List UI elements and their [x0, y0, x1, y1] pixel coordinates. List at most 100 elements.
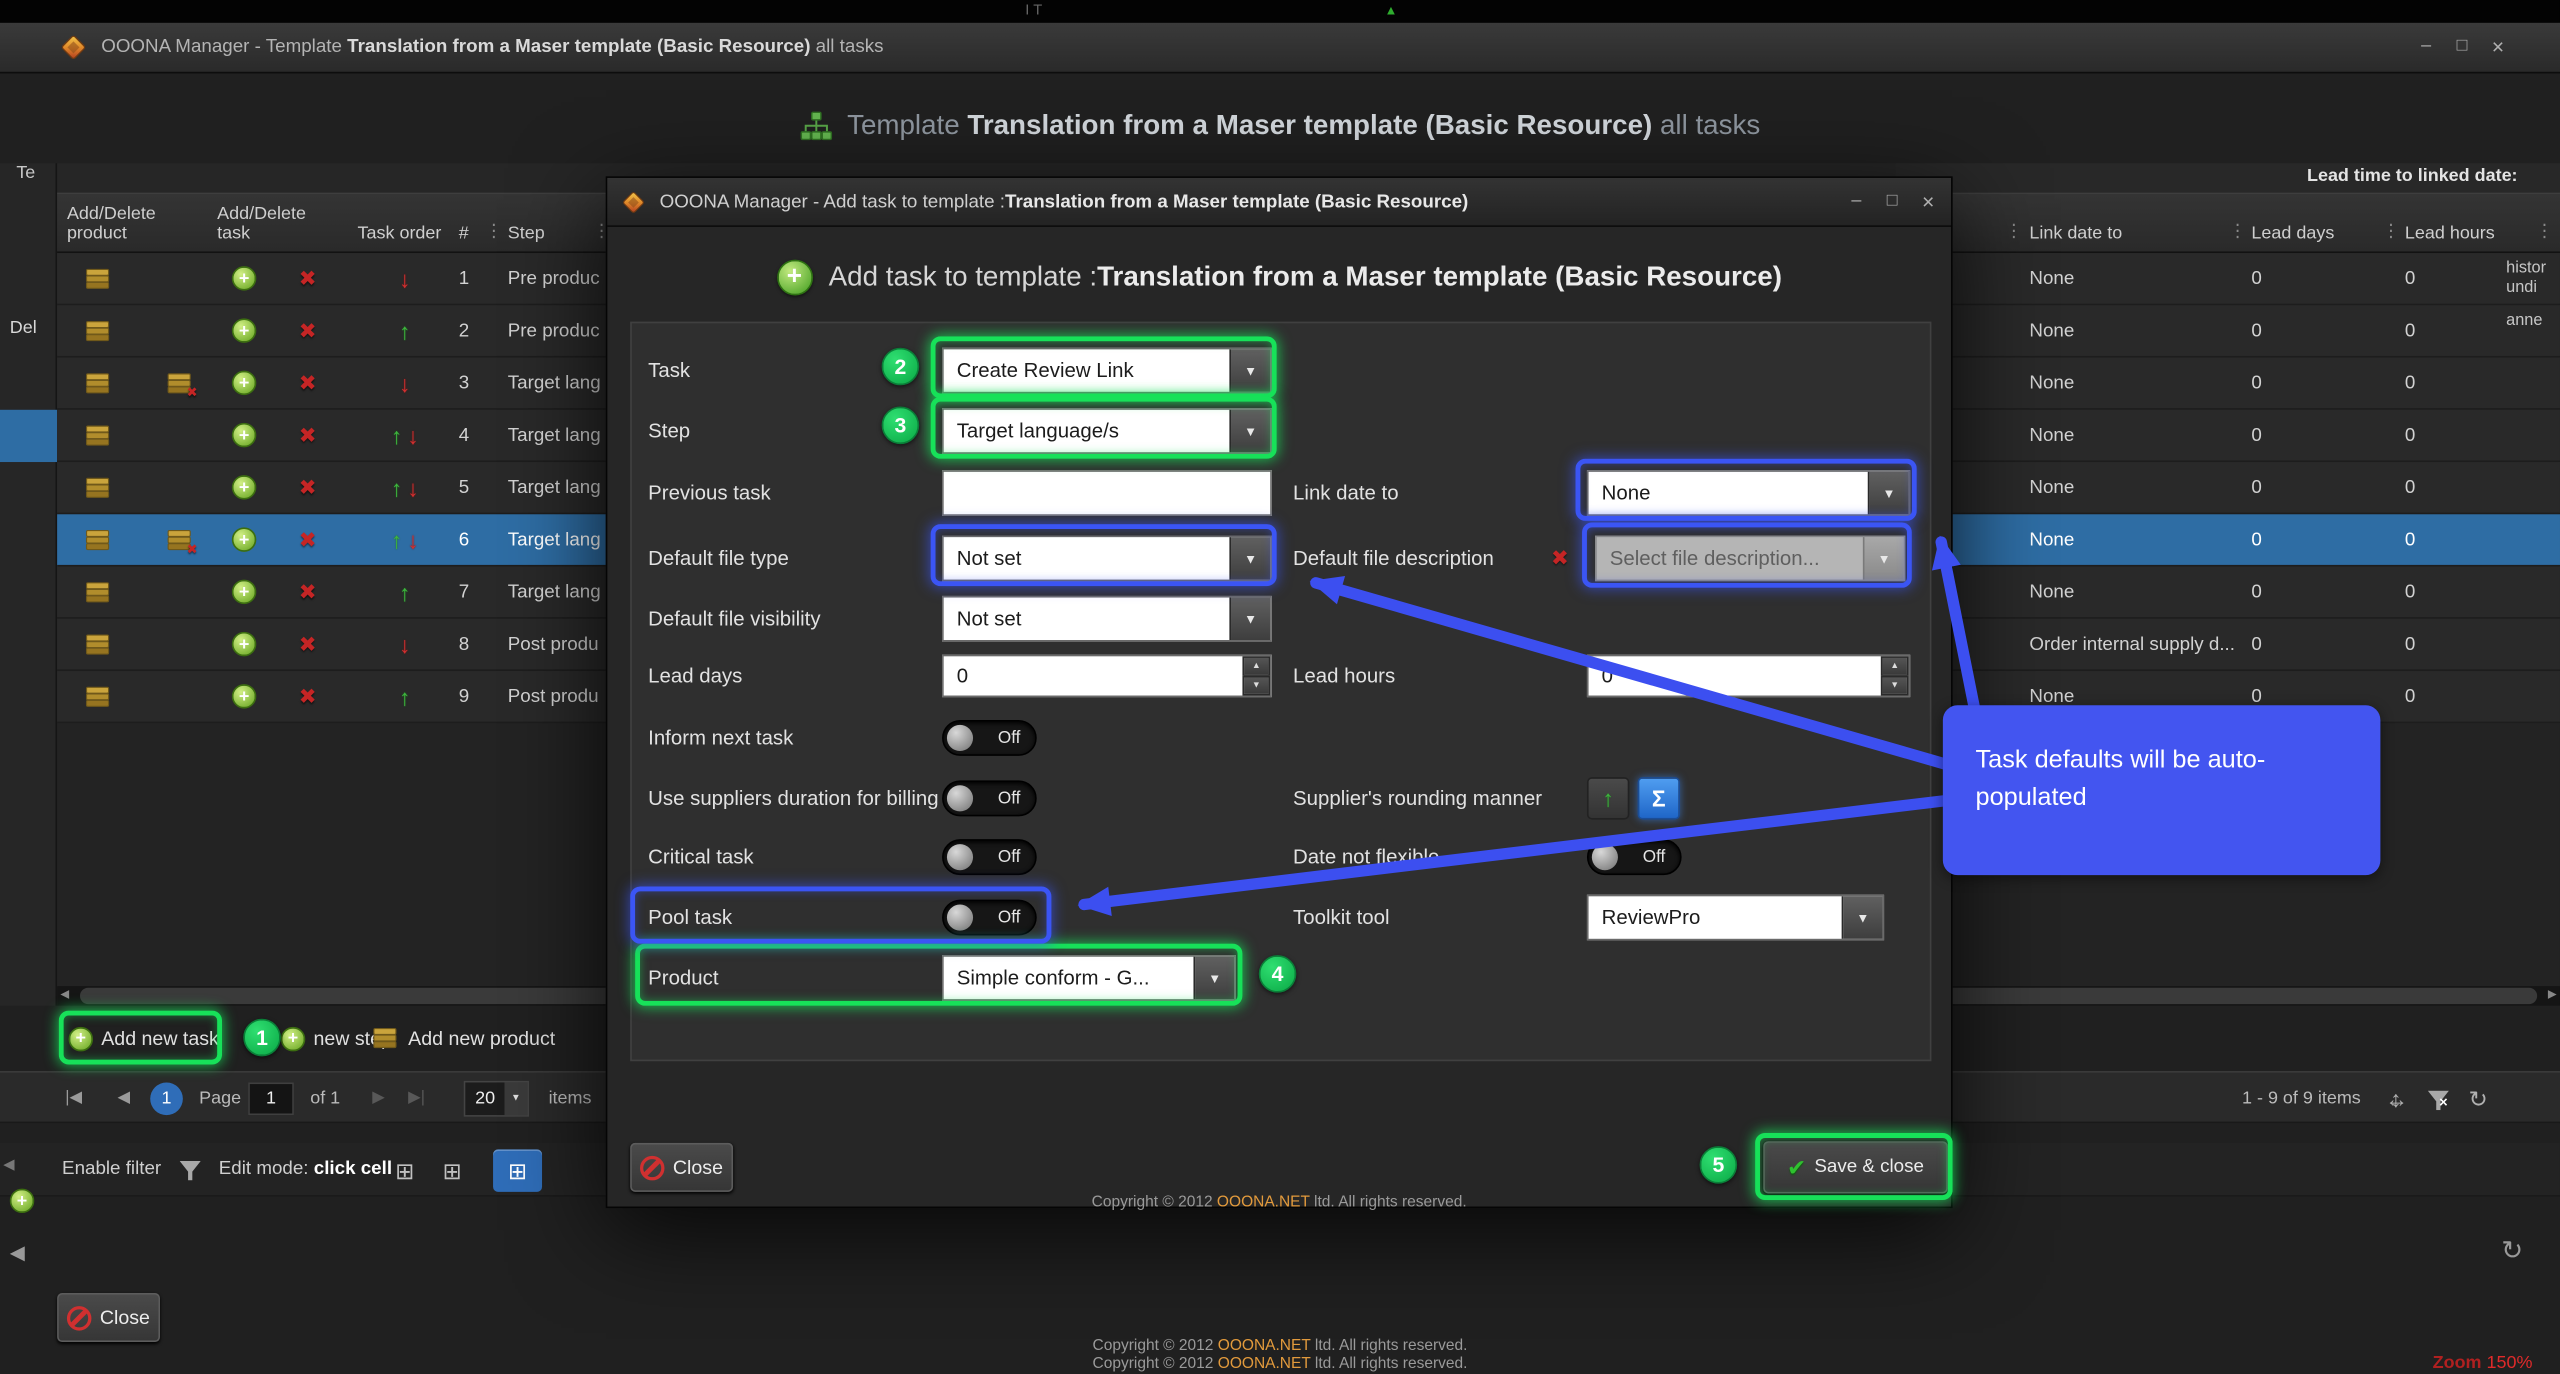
page-size-dropdown[interactable]: 20 ▼ — [464, 1081, 529, 1117]
column-menu-icon[interactable]: ⋮ — [485, 220, 503, 241]
move-down-icon[interactable]: ↓ — [399, 619, 410, 671]
edge-refresh-icon[interactable]: ↻ — [2501, 1234, 2523, 1267]
add-product-icon[interactable] — [85, 529, 111, 552]
order-cell[interactable]: ↑ ↓ — [358, 253, 453, 305]
task-dropdown[interactable]: Create Review Link ▼ — [942, 348, 1272, 394]
order-cell[interactable]: ↑ ↓ — [358, 514, 453, 566]
move-up-icon[interactable]: ↑ — [391, 514, 402, 566]
add-task-icon[interactable]: + — [232, 684, 256, 708]
move-down-icon[interactable]: ↓ — [407, 462, 418, 514]
step-cell[interactable]: Post produ — [508, 619, 619, 671]
dropdown-arrow-icon[interactable]: ▼ — [1229, 349, 1270, 391]
add-product-icon[interactable] — [85, 268, 111, 291]
scroll-left-icon[interactable]: ◀ — [60, 986, 69, 1006]
lead-hours-cell[interactable]: 0 — [2405, 410, 2500, 462]
link-date-to-cell[interactable]: None — [2029, 462, 2245, 514]
link-date-to-cell[interactable]: None — [2029, 410, 2245, 462]
order-cell[interactable]: ↑ ↓ — [358, 410, 453, 462]
default-file-visibility-dropdown[interactable]: Not set ▼ — [942, 596, 1272, 642]
move-down-icon[interactable]: ↓ — [407, 410, 418, 462]
delete-task-icon[interactable]: ✖ — [299, 462, 317, 514]
default-file-description-dropdown[interactable]: Select file description... ▼ — [1595, 536, 1905, 582]
column-header-lead-days[interactable]: Lead days — [2251, 224, 2365, 244]
step-cell[interactable]: Pre produc — [508, 305, 619, 357]
spinner-down-icon[interactable]: ▼ — [1242, 676, 1270, 696]
inform-next-task-toggle[interactable]: Off — [942, 720, 1037, 756]
frozen-selected-cell[interactable] — [0, 410, 57, 462]
order-cell[interactable]: ↑ ↓ — [358, 567, 453, 619]
add-task-icon[interactable]: + — [232, 632, 256, 656]
delete-product-icon[interactable]: ✖ — [167, 372, 193, 395]
move-down-icon[interactable]: ↓ — [399, 253, 410, 305]
move-up-icon[interactable]: ↑ — [391, 462, 402, 514]
lead-hours-cell[interactable]: 0 — [2405, 567, 2500, 619]
column-header-step[interactable]: Step — [508, 224, 590, 244]
step-cell[interactable]: Pre produc — [508, 253, 619, 305]
edge-add-icon[interactable]: + — [10, 1189, 34, 1213]
lead-hours-cell[interactable]: 0 — [2405, 305, 2500, 357]
add-product-icon[interactable] — [85, 372, 111, 395]
step-cell[interactable]: Post produ — [508, 671, 619, 723]
lead-days-cell[interactable]: 0 — [2251, 253, 2349, 305]
delete-task-icon[interactable]: ✖ — [299, 514, 317, 566]
filter-funnel-icon[interactable] — [180, 1161, 201, 1181]
use-suppliers-toggle[interactable]: Off — [942, 780, 1037, 816]
lead-days-cell[interactable]: 0 — [2251, 619, 2349, 671]
link-date-to-cell[interactable]: None — [2029, 567, 2245, 619]
step-dropdown[interactable]: Target language/s ▼ — [942, 408, 1272, 454]
lead-hours-cell[interactable]: 0 — [2405, 619, 2500, 671]
column-menu-icon[interactable]: ⋮ — [2005, 220, 2023, 241]
add-task-icon[interactable]: + — [232, 580, 256, 604]
rounding-up-button[interactable]: ↑ — [1587, 777, 1629, 819]
move-up-icon[interactable]: ↑ — [399, 305, 410, 357]
critical-task-toggle[interactable]: Off — [942, 839, 1037, 875]
delete-task-icon[interactable]: ✖ — [299, 567, 317, 619]
lead-hours-cell[interactable]: 0 — [2405, 358, 2500, 410]
grid-edit-button[interactable]: ⊞ — [434, 1153, 470, 1189]
link-date-to-cell[interactable]: None — [2029, 253, 2245, 305]
add-new-task-button[interactable]: + Add new task — [69, 1019, 219, 1058]
edge-back-icon[interactable]: ◀ — [10, 1241, 25, 1264]
dropdown-arrow-icon[interactable]: ▼ — [1868, 472, 1909, 514]
add-product-icon[interactable] — [85, 320, 111, 343]
delete-task-icon[interactable]: ✖ — [299, 305, 317, 357]
step-cell[interactable]: Target lang — [508, 514, 619, 566]
dialog-maximize-button[interactable]: □ — [1876, 178, 1909, 225]
spinner-down-icon[interactable]: ▼ — [1881, 676, 1909, 696]
column-menu-icon[interactable]: ⋮ — [2382, 220, 2400, 241]
last-page-icon[interactable]: ▶| — [408, 1073, 425, 1125]
brand-link[interactable]: OOONA.NET — [1218, 1337, 1311, 1355]
clear-file-description-icon[interactable]: ✖ — [1551, 536, 1569, 582]
add-product-icon[interactable] — [85, 477, 111, 500]
link-date-to-cell[interactable]: None — [2029, 305, 2245, 357]
move-up-icon[interactable]: ↑ — [399, 671, 410, 723]
order-cell[interactable]: ↑ ↓ — [358, 462, 453, 514]
close-window-button[interactable]: × — [2482, 23, 2515, 70]
lead-days-cell[interactable]: 0 — [2251, 567, 2349, 619]
date-not-flexible-toggle[interactable]: Off — [1587, 839, 1682, 875]
dropdown-arrow-icon[interactable]: ▼ — [1842, 896, 1883, 938]
frozen-column-cell[interactable]: Del — [10, 318, 37, 338]
previous-task-input[interactable] — [942, 470, 1272, 516]
add-task-icon[interactable]: + — [232, 371, 256, 395]
add-new-product-button[interactable]: Add new product — [372, 1019, 555, 1058]
first-page-icon[interactable]: |◀ — [65, 1073, 82, 1125]
move-columns-icon[interactable]: ↔ ↕ — [2384, 1086, 2410, 1112]
dialog-close-button[interactable]: × — [1912, 178, 1945, 225]
maximize-button[interactable]: □ — [2446, 23, 2479, 70]
add-task-icon[interactable]: + — [232, 475, 256, 499]
dropdown-arrow-icon[interactable]: ▼ — [1193, 957, 1234, 999]
lead-days-spinner[interactable]: 0 ▲▼ — [942, 655, 1272, 697]
brand-link[interactable]: OOONA.NET — [1218, 1355, 1311, 1373]
add-task-icon[interactable]: + — [232, 318, 256, 342]
lead-days-cell[interactable]: 0 — [2251, 410, 2349, 462]
column-header-add-delete-task[interactable]: Add/Delete task — [217, 204, 318, 243]
delete-task-icon[interactable]: ✖ — [299, 671, 317, 723]
grid-view-button[interactable]: ⊞ — [387, 1153, 423, 1189]
default-file-type-dropdown[interactable]: Not set ▼ — [942, 536, 1272, 582]
lead-days-cell[interactable]: 0 — [2251, 462, 2349, 514]
link-date-to-cell[interactable]: Order internal supply d... — [2029, 619, 2245, 671]
column-menu-icon[interactable]: ⋮ — [2536, 220, 2554, 241]
link-date-to-cell[interactable]: None — [2029, 514, 2245, 566]
lead-days-cell[interactable]: 0 — [2251, 514, 2349, 566]
